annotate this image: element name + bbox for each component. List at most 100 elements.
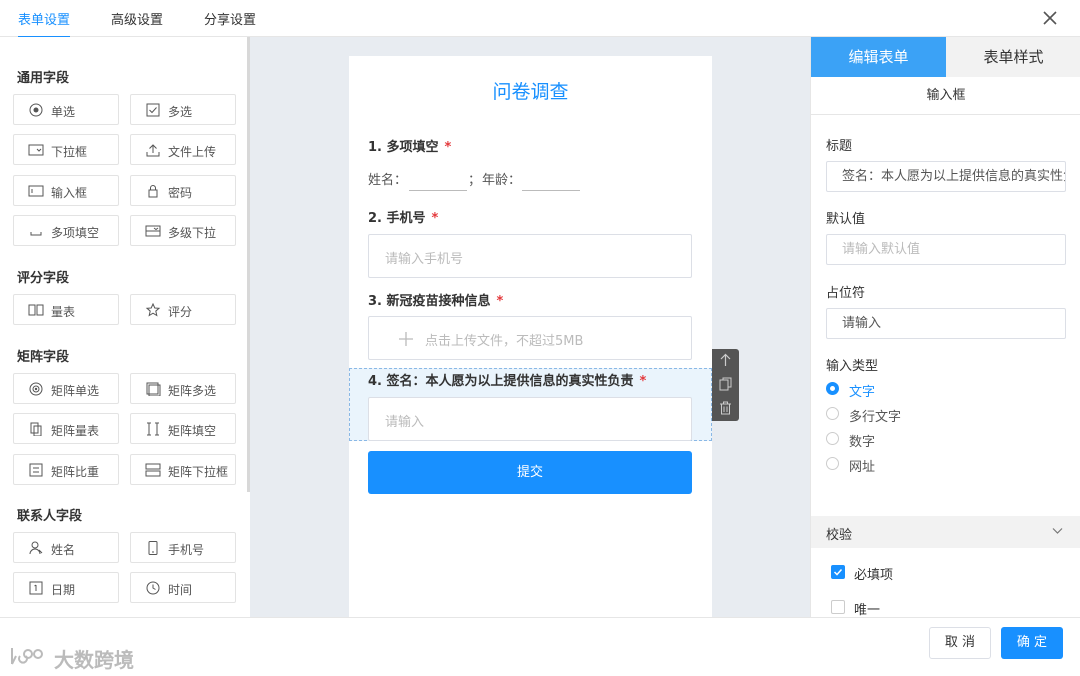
input-icon	[28, 185, 44, 197]
copy-icon[interactable]	[719, 377, 732, 391]
field-label: 多选	[168, 105, 193, 119]
field-label: 矩阵下拉框	[168, 465, 229, 479]
watermark-text: 大数跨境	[54, 648, 134, 672]
field-multi-blank[interactable]: 多项填空	[13, 215, 119, 246]
validation-label: 校验	[826, 528, 853, 543]
field-cascade[interactable]: 多级下拉	[130, 215, 236, 246]
user-icon	[29, 541, 43, 555]
confirm-button[interactable]: 确 定	[1001, 627, 1063, 659]
field-label: 时间	[168, 583, 193, 597]
scale-icon	[28, 304, 44, 316]
field-password[interactable]: 密码	[130, 175, 236, 206]
name-blank[interactable]	[409, 190, 467, 191]
validation-section-header[interactable]: 校验	[811, 516, 1080, 548]
group-title-contact: 联系人字段	[17, 509, 83, 524]
input-type-text[interactable]: 文字	[826, 380, 946, 400]
matrix-radio-icon	[29, 382, 43, 396]
upload-icon	[146, 144, 160, 157]
placeholder-field[interactable]: 请输入	[826, 308, 1066, 339]
property-panel: 编辑表单 表单样式 输入框 标题 签名：本人愿为以上提供信息的真实性负责 默认值…	[810, 37, 1080, 618]
dialog-footer: 大数跨境 取 消 确 定	[0, 617, 1080, 676]
age-blank[interactable]	[522, 190, 580, 191]
field-matrix-dropdown[interactable]: 矩阵下拉框	[130, 454, 236, 485]
title-label: 标题	[826, 139, 853, 154]
phone-icon	[148, 541, 158, 555]
field-matrix-checkbox[interactable]: 矩阵多选	[130, 373, 236, 404]
field-time[interactable]: 时间	[130, 572, 236, 603]
input-type-number[interactable]: 数字	[826, 430, 946, 450]
field-label: 日期	[51, 583, 76, 597]
input-type-multiline[interactable]: 多行文字	[826, 405, 946, 425]
field-label: 多级下拉	[168, 226, 217, 240]
radio-circle	[826, 382, 839, 395]
default-value-label: 默认值	[826, 212, 866, 227]
radio-circle	[826, 432, 839, 445]
field-rating[interactable]: 评分	[130, 294, 236, 325]
separator: ；	[468, 173, 482, 188]
field-label: 评分	[168, 305, 193, 319]
phone-input[interactable]: 请输入手机号	[368, 234, 692, 278]
field-matrix-fill[interactable]: 矩阵填空	[130, 413, 236, 444]
unique-checkbox[interactable]: 唯一	[831, 599, 951, 618]
question-label: 1. 多项填空	[368, 140, 439, 155]
input-type-url[interactable]: 网址	[826, 455, 946, 475]
input-type-label: 输入类型	[826, 359, 879, 374]
arrow-up-icon[interactable]	[719, 353, 732, 367]
tab-form-settings[interactable]: 表单设置	[18, 9, 71, 38]
clock-icon	[146, 581, 160, 595]
lock-icon	[148, 185, 158, 198]
cancel-button[interactable]: 取 消	[929, 627, 991, 659]
field-label: 密码	[168, 186, 193, 200]
field-label: 矩阵比重	[51, 465, 100, 479]
tab-share-settings[interactable]: 分享设置	[204, 9, 256, 28]
question-4-title: 4. 签名：本人愿为以上提供信息的真实性负责 *	[368, 370, 646, 389]
field-date[interactable]: 日期	[13, 572, 119, 603]
submit-button[interactable]: 提交	[368, 451, 692, 494]
blank-icon	[30, 232, 42, 236]
tab-advanced-settings[interactable]: 高级设置	[111, 9, 163, 28]
field-name[interactable]: 姓名	[13, 532, 119, 563]
title-field[interactable]: 签名：本人愿为以上提供信息的真实性负责	[826, 161, 1066, 192]
placeholder-label: 占位符	[826, 286, 866, 301]
default-value-field[interactable]: 请输入默认值	[826, 234, 1066, 265]
field-input[interactable]: 输入框	[13, 175, 119, 206]
calendar-icon	[29, 581, 43, 595]
question-label: 2. 手机号	[368, 211, 426, 226]
required-checkbox[interactable]: 必填项	[831, 564, 951, 583]
matrix-checkbox-icon	[146, 382, 161, 396]
tab-form-style[interactable]: 表单样式	[946, 37, 1080, 77]
radio-icon	[29, 103, 43, 117]
name-label: 姓名：	[368, 173, 408, 188]
form-canvas: 问卷调查 1. 多项填空 * 姓名： ； 年龄： 2. 手机号 * 请输入手机号 3…	[250, 37, 810, 617]
field-label: 输入框	[51, 186, 88, 200]
plus-icon	[399, 332, 413, 346]
field-palette: 通用字段 单选 多选 下拉框 文件上传 输入框 密码 多项填空 多级下拉 评分字…	[0, 37, 250, 617]
field-label: 矩阵填空	[168, 424, 217, 438]
field-matrix-scale[interactable]: 矩阵量表	[13, 413, 119, 444]
field-label: 矩阵单选	[51, 384, 100, 398]
field-label: 量表	[51, 305, 76, 319]
field-label: 姓名	[51, 543, 76, 557]
field-dropdown[interactable]: 下拉框	[13, 134, 119, 165]
group-title-common: 通用字段	[17, 71, 70, 86]
matrix-dropdown-icon	[145, 463, 161, 477]
question-toolbar	[712, 349, 739, 421]
field-matrix-weight[interactable]: 矩阵比重	[13, 454, 119, 485]
signature-input[interactable]: 请输入	[368, 397, 692, 441]
upload-area[interactable]: 点击上传文件，不超过5MB	[368, 316, 692, 360]
delete-icon[interactable]	[719, 401, 732, 415]
checkbox-icon	[146, 103, 160, 117]
tab-edit-form[interactable]: 编辑表单	[811, 37, 946, 77]
checkbox-box	[831, 565, 845, 579]
field-matrix-radio[interactable]: 矩阵单选	[13, 373, 119, 404]
question-label: 4. 签名：本人愿为以上提供信息的真实性负责	[368, 374, 634, 389]
field-radio[interactable]: 单选	[13, 94, 119, 125]
chevron-down-icon	[1052, 528, 1063, 534]
field-checkbox[interactable]: 多选	[130, 94, 236, 125]
checkbox-box	[831, 600, 845, 614]
matrix-fill-icon	[147, 422, 159, 436]
field-upload[interactable]: 文件上传	[130, 134, 236, 165]
field-phone[interactable]: 手机号	[130, 532, 236, 563]
field-scale[interactable]: 量表	[13, 294, 119, 325]
close-icon[interactable]	[1040, 8, 1060, 28]
